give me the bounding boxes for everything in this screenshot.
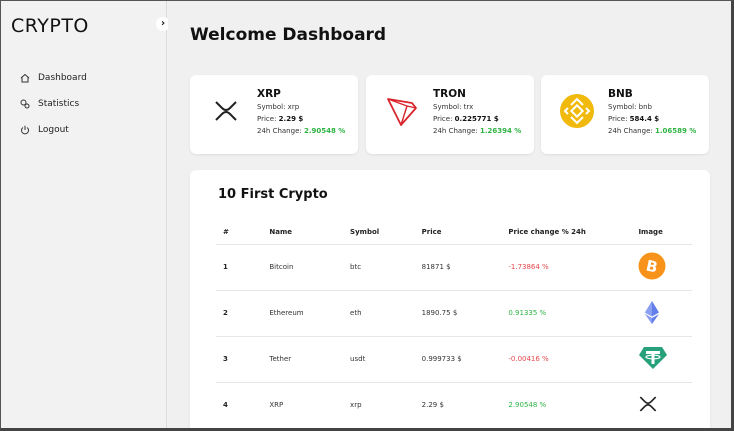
- symbol-value: bnb: [638, 103, 652, 111]
- cell-symbol: usdt: [343, 336, 415, 383]
- card-price: Price: 0.225771 $: [433, 113, 521, 125]
- table-row[interactable]: 2 Ethereum eth 1890.75 $ 0.91335 %: [216, 290, 692, 337]
- tron-logo-icon: [384, 93, 420, 129]
- cell-rank: 4: [216, 382, 263, 428]
- cell-price: 81871 $: [414, 244, 502, 291]
- column-header-price: Price: [414, 220, 502, 245]
- card-info: BNB Symbol: bnb Price: 584.4 $ 24h Chang…: [608, 87, 696, 137]
- sidebar-item-label: Logout: [38, 125, 69, 135]
- price-label: Price:: [257, 115, 279, 123]
- home-icon: [19, 72, 31, 84]
- cell-change: 0.91335 %: [501, 290, 632, 337]
- crypto-table-panel: 10 First Crypto # Name Symbol Price Pric…: [190, 170, 710, 428]
- price-label: Price:: [433, 115, 455, 123]
- card-name: TRON: [433, 88, 466, 100]
- cell-rank: 2: [216, 290, 263, 337]
- change-label: 24h Change:: [608, 127, 655, 135]
- main-content: Welcome Dashboard XRP Symbol: xrp Price:…: [168, 1, 731, 428]
- table-row[interactable]: 3 Tether usdt 0.999733 $ -0.00416 %: [216, 336, 692, 383]
- sidebar: CRYPTO › Dashboard Statistics Logout: [1, 1, 170, 428]
- cell-change: -1.73864 %: [501, 244, 632, 291]
- card-change: 24h Change: 2.90548 %: [257, 125, 345, 137]
- cell-symbol: btc: [343, 244, 415, 291]
- card-info: TRON Symbol: trx Price: 0.225771 $ 24h C…: [433, 87, 521, 137]
- price-label: Price:: [608, 115, 630, 123]
- page-title: Welcome Dashboard: [190, 25, 387, 45]
- symbol-label: Symbol:: [608, 103, 639, 111]
- card-name: BNB: [608, 88, 633, 100]
- xrp-logo-icon: [638, 396, 658, 416]
- panel-title: 10 First Crypto: [218, 187, 328, 202]
- symbol-label: Symbol:: [433, 103, 464, 111]
- cell-change: 2.90548 %: [501, 382, 632, 428]
- column-header-name: Name: [262, 220, 344, 245]
- sidebar-nav: Dashboard Statistics Logout: [19, 65, 87, 143]
- cell-change: -0.00416 %: [501, 336, 632, 383]
- price-value: 2.29 $: [278, 115, 304, 123]
- column-header-change: Price change % 24h: [501, 220, 632, 245]
- card-change: 24h Change: 1.26394 %: [433, 125, 521, 137]
- price-value: 584.4 $: [629, 115, 660, 123]
- cell-symbol: xrp: [343, 382, 415, 428]
- card-price: Price: 2.29 $: [257, 113, 345, 125]
- xrp-logo-icon: [208, 93, 244, 129]
- ethereum-logo-icon: [638, 301, 666, 328]
- card-change: 24h Change: 1.06589 %: [608, 125, 696, 137]
- cell-rank: 1: [216, 244, 263, 291]
- crypto-table: # Name Symbol Price Price change % 24h I…: [216, 220, 692, 428]
- sidebar-item-logout[interactable]: Logout: [19, 117, 87, 143]
- power-icon: [19, 124, 31, 136]
- change-value: 2.90548 %: [303, 127, 346, 135]
- symbol-label: Symbol:: [257, 103, 288, 111]
- card-symbol: Symbol: trx: [433, 101, 521, 113]
- cell-symbol: eth: [343, 290, 415, 337]
- sidebar-item-statistics[interactable]: Statistics: [19, 91, 87, 117]
- change-value: 1.26394 %: [479, 127, 522, 135]
- column-header-symbol: Symbol: [343, 220, 415, 245]
- card-price: Price: 584.4 $: [608, 113, 696, 125]
- column-header-image: Image: [631, 220, 692, 245]
- symbol-value: trx: [463, 103, 474, 111]
- brand-title: CRYPTO: [11, 15, 89, 37]
- app-window: CRYPTO › Dashboard Statistics Logout Wel…: [0, 0, 734, 431]
- sidebar-item-label: Statistics: [38, 99, 80, 109]
- change-value: 1.06589 %: [654, 127, 697, 135]
- cell-image: B: [631, 244, 692, 291]
- cell-name: Bitcoin: [262, 244, 344, 291]
- cell-image: [631, 336, 692, 383]
- sidebar-item-label: Dashboard: [38, 73, 87, 83]
- sidebar-item-dashboard[interactable]: Dashboard: [19, 65, 87, 91]
- cell-name: Ethereum: [262, 290, 344, 337]
- cell-name: XRP: [262, 382, 344, 428]
- cell-price: 2.29 $: [414, 382, 502, 428]
- cell-image: [631, 382, 692, 428]
- table-row[interactable]: 1 Bitcoin btc 81871 $ -1.73864 % B: [216, 244, 692, 291]
- bitcoin-logo-icon: B: [638, 252, 666, 282]
- card-symbol: Symbol: bnb: [608, 101, 696, 113]
- column-header-rank: #: [216, 220, 263, 245]
- card-name: XRP: [257, 88, 281, 100]
- card-info: XRP Symbol: xrp Price: 2.29 $ 24h Change…: [257, 87, 345, 137]
- crypto-card-bnb[interactable]: BNB Symbol: bnb Price: 584.4 $ 24h Chang…: [541, 75, 709, 154]
- crypto-card-xrp[interactable]: XRP Symbol: xrp Price: 2.29 $ 24h Change…: [190, 75, 358, 154]
- statistics-icon: [19, 98, 31, 110]
- change-label: 24h Change:: [257, 127, 304, 135]
- table-header-row: # Name Symbol Price Price change % 24h I…: [216, 220, 692, 245]
- price-value: 0.225771 $: [454, 115, 499, 123]
- bnb-logo-icon: [559, 93, 595, 129]
- cell-name: Tether: [262, 336, 344, 383]
- tether-logo-icon: [638, 347, 668, 373]
- table-row[interactable]: 4 XRP xrp 2.29 $ 2.90548 %: [216, 382, 692, 428]
- cell-image: [631, 290, 692, 337]
- cell-rank: 3: [216, 336, 263, 383]
- cell-price: 1890.75 $: [414, 290, 502, 337]
- change-label: 24h Change:: [433, 127, 480, 135]
- cell-price: 0.999733 $: [414, 336, 502, 383]
- card-symbol: Symbol: xrp: [257, 101, 345, 113]
- symbol-value: xrp: [287, 103, 300, 111]
- crypto-card-tron[interactable]: TRON Symbol: trx Price: 0.225771 $ 24h C…: [366, 75, 534, 154]
